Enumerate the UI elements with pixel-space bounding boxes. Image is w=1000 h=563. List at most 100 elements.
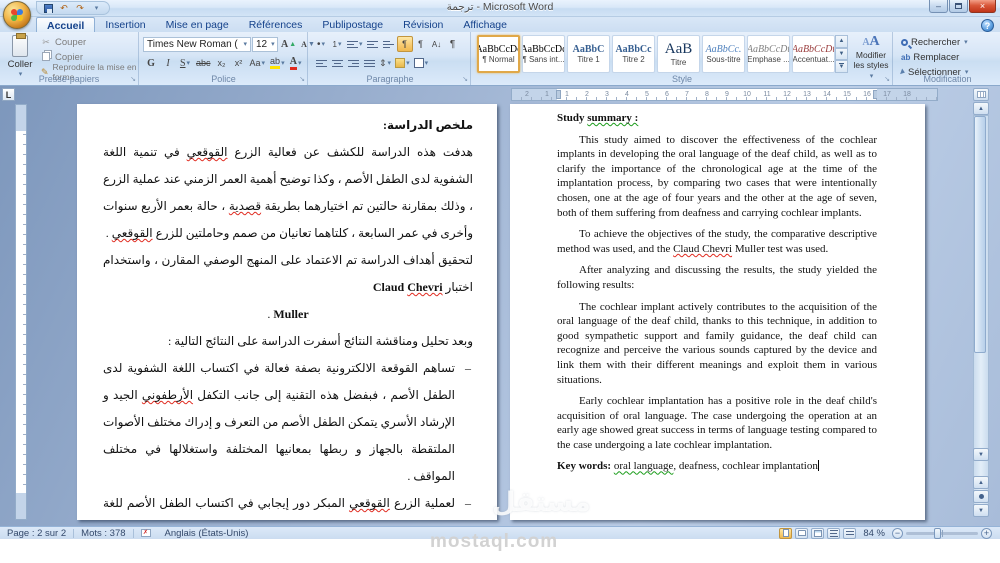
proofing-status[interactable]: ✗ [134,527,158,539]
styles-scroll-down[interactable]: ▼ [835,48,848,61]
find-button[interactable]: Rechercher ▾ [901,35,968,49]
style-card-accentuat[interactable]: AaBbCcDtAccentuat... [792,35,835,73]
tab-accueil[interactable]: Accueil [36,17,95,32]
ruler-toggle-button[interactable] [973,88,989,101]
bullets-button[interactable]: •▾ [313,36,329,52]
zoom-level[interactable]: 84 % [859,528,889,539]
cut-button[interactable]: ✂ Couper [40,35,138,49]
vertical-ruler[interactable] [15,104,27,520]
scroll-up-button[interactable]: ▲ [973,102,989,115]
styles-dialog-launcher[interactable]: ↘ [884,75,890,83]
previous-page-button[interactable]: ▲ [973,476,989,489]
tab-affichage[interactable]: Affichage [453,17,517,32]
view-web-layout-button[interactable] [811,528,824,539]
select-browse-object-button[interactable] [973,490,989,503]
paste-button[interactable]: Coller ▾ [4,35,36,79]
style-card-emphase[interactable]: AaBbCcDtEmphase ... [747,35,790,73]
increase-indent-button[interactable] [381,36,397,52]
bold-button[interactable]: G [143,55,159,71]
tab-références[interactable]: Références [239,17,313,32]
language-indicator[interactable]: Anglais (États-Unis) [158,527,256,539]
style-card-titre-1[interactable]: AaBbCTitre 1 [567,35,610,73]
change-case-button[interactable]: Aa▾ [248,55,268,71]
copy-label: Copier [55,52,83,63]
chevron-down-icon: ▾ [338,40,342,48]
style-card-titre[interactable]: AaBTitre [657,35,700,73]
up-icon: ▲ [839,38,845,44]
document-page-english[interactable]: Study summary :This study aimed to disco… [510,104,925,520]
close-button[interactable]: × [969,0,996,13]
align-left-button[interactable] [313,55,329,71]
superscript-button[interactable]: x² [231,55,247,71]
paragraph: ملخص الدراسة: [103,112,473,139]
font-dialog-launcher[interactable]: ↘ [299,75,305,83]
tab-insertion[interactable]: Insertion [95,17,155,32]
align-center-button[interactable] [329,55,345,71]
chevron-down-icon: ▾ [243,40,247,48]
italic-button[interactable]: I [160,55,176,71]
zoom-out-button[interactable]: − [892,528,903,539]
zoom-in-button[interactable]: + [981,528,992,539]
document-page-arabic[interactable]: ملخص الدراسة:هدفت هذه الدراسة للكشف عن ف… [77,104,497,520]
style-card-titre-2[interactable]: AaBbCcTitre 2 [612,35,655,73]
styles-group: AaBbCcDc¶ NormalAaBbCcDc¶ Sans int...AaB… [472,32,893,85]
change-case-icon: Aa [250,58,261,68]
tab-mise-en-page[interactable]: Mise en page [156,17,239,32]
justify-icon [364,58,375,69]
minimize-button[interactable]: – [929,0,948,13]
scrollbar-thumb[interactable] [974,116,986,353]
multilevel-list-button[interactable]: ▾ [345,36,365,52]
tab-révision[interactable]: Révision [393,17,453,32]
horizontal-ruler[interactable]: 21 12345678910111213141516 1718 [511,88,938,101]
scroll-down-button[interactable]: ▼ [973,448,989,461]
style-card-normal[interactable]: AaBbCcDc¶ Normal [477,35,520,73]
replace-button[interactable]: ab Remplacer [901,50,968,64]
style-card-sans-int[interactable]: AaBbCcDc¶ Sans int... [522,35,565,73]
shading-button[interactable]: ▾ [393,55,412,71]
view-outline-button[interactable] [827,528,840,539]
numbering-button[interactable]: 1▾ [329,36,345,52]
line-spacing-button[interactable]: ⇕▾ [377,55,393,71]
underline-button[interactable]: S▾ [177,55,193,71]
view-print-layout-button[interactable] [779,528,792,539]
subscript-button[interactable]: x₂ [214,55,230,71]
sort-button[interactable]: A↓ [429,36,445,52]
highlight-button[interactable]: ab▾ [268,55,287,71]
maximize-button[interactable] [949,0,968,13]
rtl-direction-button[interactable]: ¶ [397,36,413,52]
font-size-select[interactable]: 12 ▾ [252,37,278,52]
clipboard-icon [12,35,28,57]
strikethrough-button[interactable]: abc [194,55,213,71]
zoom-slider[interactable] [906,532,978,535]
font-color-icon: A [290,57,297,70]
style-card-sous-titre[interactable]: AaBbCc.Sous-titre [702,35,745,73]
borders-button[interactable]: ▾ [412,55,431,71]
show-hide-marks-button[interactable]: ¶ [445,36,461,52]
styles-scroll-up[interactable]: ▲ [835,35,848,48]
align-center-icon [332,58,343,69]
styles-gallery-expand[interactable]: ▼ [835,60,848,73]
office-button[interactable] [3,1,31,29]
paragraph-dialog-launcher[interactable]: ↘ [462,75,468,83]
word-count[interactable]: Mots : 378 [74,527,132,539]
zoom-slider-thumb[interactable] [934,528,941,539]
help-button[interactable]: ? [981,19,994,32]
grow-font-button[interactable]: A▲ [279,36,298,52]
align-right-button[interactable] [345,55,361,71]
tab-publipostage[interactable]: Publipostage [312,17,393,32]
indent-marker-left[interactable] [556,90,561,99]
copy-icon [40,52,52,63]
chevron-down-icon: ▾ [271,40,275,48]
next-page-button[interactable]: ▼ [973,504,989,517]
font-family-select[interactable]: Times New Roman ( ▾ [143,37,251,52]
ltr-direction-button[interactable]: ¶ [413,36,429,52]
view-fullscreen-button[interactable] [795,528,808,539]
page-indicator[interactable]: Page : 2 sur 2 [0,527,73,539]
view-draft-button[interactable] [843,528,856,539]
justify-button[interactable] [361,55,377,71]
font-color-button[interactable]: A▾ [288,55,304,71]
clipboard-dialog-launcher[interactable]: ↘ [130,75,136,83]
tab-stop-selector[interactable]: L [2,88,15,101]
decrease-indent-button[interactable] [365,36,381,52]
change-styles-button[interactable]: AA Modifier les styles ▾ [852,34,890,76]
